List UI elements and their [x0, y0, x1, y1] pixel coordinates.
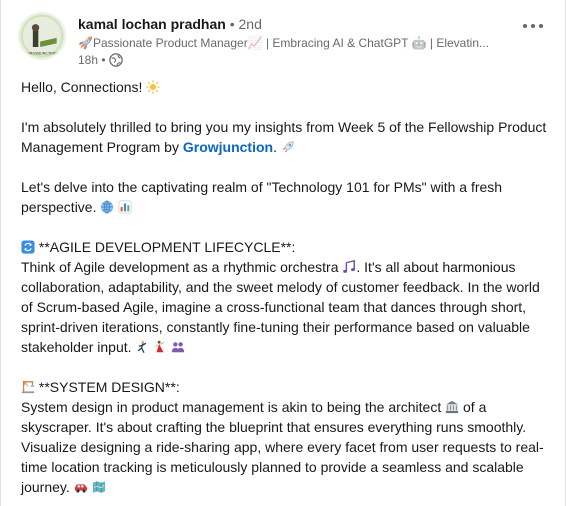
globe-icon [108, 53, 123, 67]
music-notes-icon [343, 260, 356, 273]
agile-title: **AGILE DEVELOPMENT LIFECYCLE**: [38, 239, 296, 255]
globe-emoji-icon [101, 200, 114, 214]
agile-text-start: Think of Agile development as a rhythmic… [21, 259, 339, 275]
post-time-row: 18h • [78, 52, 493, 68]
perspective-text: Let's delve into the captivating realm o… [21, 179, 503, 215]
system-paragraph: System design in product management is a… [21, 397, 551, 497]
avatar[interactable]: GROWJUNCTION [18, 12, 66, 60]
map-icon [92, 481, 105, 493]
author-name-row: kamal lochan pradhan • 2nd [78, 15, 493, 33]
classical-building-icon [446, 400, 459, 414]
post-timestamp: 18h • [78, 53, 106, 67]
connection-degree: • 2nd [229, 16, 262, 32]
car-icon [74, 484, 87, 493]
greeting-text: Hello, Connections! [21, 79, 143, 95]
building-construction-icon [21, 380, 35, 394]
cycle-icon [21, 240, 35, 254]
intro-period: . [273, 139, 277, 155]
people-icon [172, 342, 185, 353]
system-title: **SYSTEM DESIGN**: [38, 379, 180, 395]
sun-icon [146, 80, 160, 94]
post-body: Hello, Connections! I'm absolutely thril… [21, 77, 551, 497]
greeting-line: Hello, Connections! [21, 77, 551, 97]
rocket-icon [282, 141, 294, 153]
more-options-icon[interactable] [517, 14, 549, 38]
perspective-paragraph: Let's delve into the captivating realm o… [21, 177, 551, 217]
growjunction-link[interactable]: Growjunction [183, 139, 273, 155]
svg-text:GROWJUNCTION: GROWJUNCTION [27, 51, 57, 55]
dancer-woman-icon [155, 340, 165, 353]
post-card: GROWJUNCTION kamal lochan pradhan • 2nd … [0, 0, 566, 506]
intro-paragraph: I'm absolutely thrilled to bring you my … [21, 117, 551, 157]
bar-chart-icon [118, 200, 132, 214]
post-header: GROWJUNCTION kamal lochan pradhan • 2nd … [18, 12, 553, 72]
author-meta: kamal lochan pradhan • 2nd 🚀Passionate P… [78, 15, 493, 68]
agile-title-line: **AGILE DEVELOPMENT LIFECYCLE**: [21, 237, 551, 257]
dancer-man-icon [138, 340, 147, 353]
author-headline: 🚀Passionate Product Manager📈 | Embracing… [78, 36, 490, 50]
author-name[interactable]: kamal lochan pradhan [78, 16, 226, 32]
system-title-line: **SYSTEM DESIGN**: [21, 377, 551, 397]
agile-paragraph: Think of Agile development as a rhythmic… [21, 257, 551, 357]
system-text-start: System design in product management is a… [21, 399, 442, 415]
